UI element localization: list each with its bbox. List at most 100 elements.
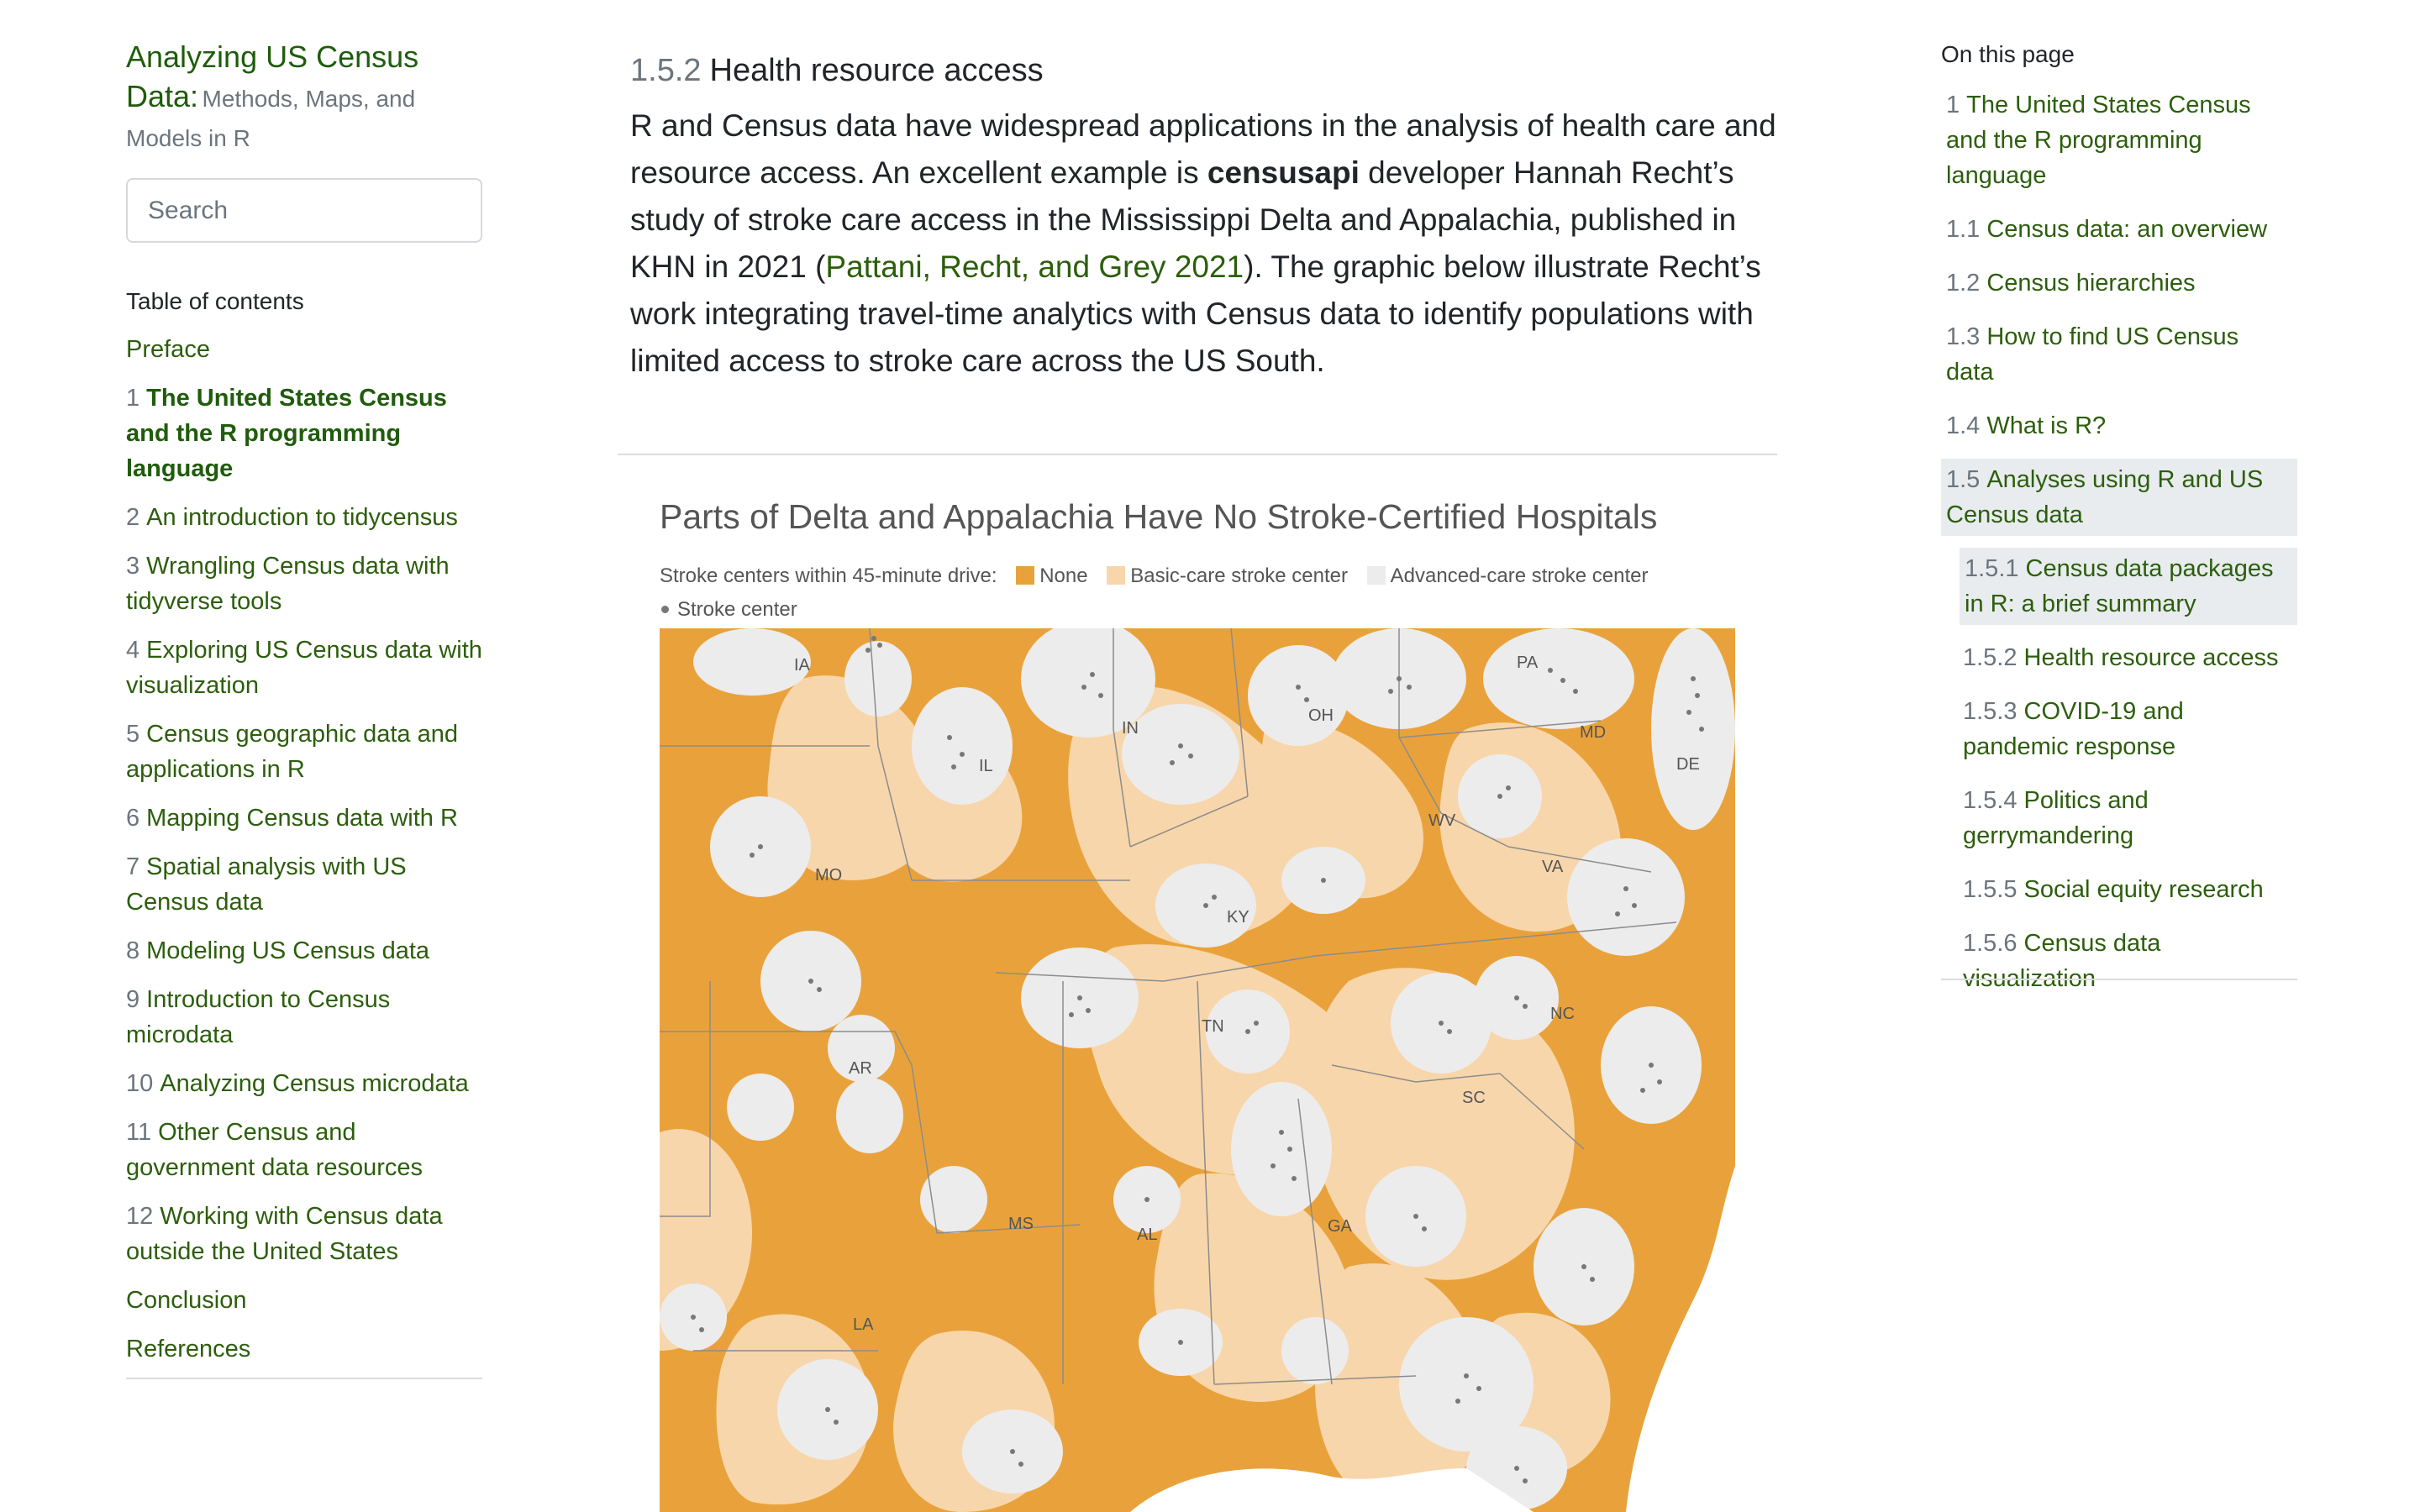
page-toc-item-1-2[interactable]: 1.2 Census hierarchies [1941, 262, 2297, 304]
toc-item-preface[interactable]: Preface [126, 332, 484, 367]
toc-number: 1 [1946, 92, 1960, 118]
state-label: MD [1580, 723, 1606, 742]
toc-number: 1.4 [1946, 412, 1981, 439]
legend-label-stroke-center: Stroke center [677, 598, 797, 621]
toc-item-chapter-12[interactable]: 12 Working with Census data outside the U… [126, 1199, 484, 1269]
toc-number: 6 [126, 805, 140, 832]
toc-label: Spatial analysis with US Census data [126, 853, 407, 916]
search-input[interactable] [126, 178, 482, 243]
main-content: 1.5.2 Health resource access R and Census… [630, 49, 1807, 385]
toc-label: Analyzing Census microdata [160, 1070, 469, 1097]
state-label: IL [979, 757, 993, 775]
toc-item-chapter-1[interactable]: 1 The United States Census and the R prog… [126, 381, 484, 486]
figure-legend: Stroke centers within 45-minute drive: N… [660, 559, 1649, 627]
state-label: VA [1542, 858, 1564, 876]
page-toc-item-1-5-2[interactable]: 1.5.2 Health resource access [1958, 637, 2297, 679]
page-toc-item-1-5[interactable]: 1.5 Analyses using R and US Census data [1941, 459, 2297, 536]
toc-label: Introduction to Census microdata [126, 986, 391, 1048]
toc-number: 1.5 [1946, 466, 1981, 493]
toc-item-chapter-8[interactable]: 8 Modeling US Census data [126, 933, 484, 969]
book-toc: Preface 1 The United States Census and th… [126, 332, 484, 1367]
legend-label-advanced: Advanced-care stroke center [1390, 564, 1649, 587]
page-toc-item-1-5-4[interactable]: 1.5.4 Politics and gerrymandering [1958, 780, 2297, 857]
stroke-access-map: IA IN OH PA MD DE IL WV MO VA KY TN NC A… [660, 628, 1735, 1512]
right-toc-divider [1941, 979, 2297, 980]
book-title-link[interactable]: Analyzing US Census Data: Methods, Maps,… [126, 37, 484, 158]
toc-number: 1 [126, 385, 140, 412]
toc-item-conclusion[interactable]: Conclusion [126, 1283, 484, 1318]
toc-label: Working with Census data outside the Uni… [126, 1203, 443, 1265]
legend-swatch-none [1016, 566, 1035, 585]
toc-item-references[interactable]: References [126, 1331, 484, 1367]
state-label: AR [849, 1059, 872, 1078]
page-toc-item-1-5-6[interactable]: 1.5.6 Census data visualization [1958, 922, 2297, 1000]
toc-label: The United States Census and the R progr… [126, 385, 447, 482]
page-toc-item-1-1[interactable]: 1.1 Census data: an overview [1941, 208, 2297, 250]
state-label: WV [1428, 811, 1456, 830]
page-toc-item-1-5-1[interactable]: 1.5.1 Census data packages in R: a brief … [1960, 548, 2297, 625]
section-paragraph: R and Census data have widespread applic… [630, 102, 1807, 385]
toc-label: Social equity research [2023, 876, 2264, 903]
toc-item-chapter-4[interactable]: 4 Exploring US Census data with visualiza… [126, 633, 484, 703]
toc-label: Census data: an overview [1986, 216, 2268, 243]
page-toc-item-1-4[interactable]: 1.4 What is R? [1941, 405, 2297, 447]
state-label: KY [1227, 908, 1249, 927]
toc-number: 8 [126, 937, 140, 964]
page-toc-item-1-3[interactable]: 1.3 How to find US Census data [1941, 316, 2297, 393]
toc-label: What is R? [1986, 412, 2107, 439]
stroke-center-dot-icon [661, 606, 669, 613]
state-label: GA [1328, 1217, 1353, 1236]
citation-link[interactable]: Pattani, Recht, and Grey 2021 [825, 249, 1244, 284]
state-label: NC [1550, 1005, 1575, 1023]
state-label: AL [1137, 1226, 1157, 1244]
toc-number: 1.3 [1946, 323, 1981, 350]
toc-number: 12 [126, 1203, 154, 1230]
state-label: LA [853, 1315, 874, 1334]
toc-item-chapter-7[interactable]: 7 Spatial analysis with US Census data [126, 849, 484, 920]
toc-label: Preface [126, 336, 210, 363]
toc-item-chapter-3[interactable]: 3 Wrangling Census data with tidyverse to… [126, 549, 484, 619]
toc-item-chapter-11[interactable]: 11 Other Census and government data resou… [126, 1115, 484, 1185]
stroke-access-figure: Parts of Delta and Appalachia Have No St… [655, 487, 1748, 1512]
state-label: SC [1462, 1089, 1486, 1107]
figure-title: Parts of Delta and Appalachia Have No St… [660, 497, 1658, 536]
sidebar-divider [126, 1378, 482, 1379]
package-name: censusapi [1207, 155, 1360, 190]
toc-number: 1.2 [1946, 270, 1981, 297]
toc-label: Other Census and government data resourc… [126, 1119, 424, 1181]
toc-item-chapter-10[interactable]: 10 Analyzing Census microdata [126, 1066, 484, 1101]
toc-heading: Table of contents [126, 288, 304, 314]
state-label: DE [1676, 755, 1700, 774]
toc-number: 1.5.1 [1965, 555, 2019, 582]
toc-number: 3 [126, 553, 140, 580]
toc-item-chapter-5[interactable]: 5 Census geographic data and applications… [126, 717, 484, 787]
state-label: TN [1202, 1017, 1224, 1036]
toc-number: 5 [126, 721, 140, 748]
legend-prefix: Stroke centers within 45-minute drive: [660, 564, 997, 587]
toc-label: Modeling US Census data [146, 937, 430, 964]
state-label: IA [794, 656, 811, 675]
toc-number: 2 [126, 504, 140, 531]
toc-item-chapter-2[interactable]: 2 An introduction to tidycensus [126, 500, 484, 535]
toc-number: 1.5.6 [1963, 930, 2018, 957]
toc-number: 7 [126, 853, 140, 880]
page-toc-item-1-5-3[interactable]: 1.5.3 COVID-19 and pandemic response [1958, 690, 2297, 768]
state-label: OH [1308, 706, 1334, 725]
toc-number: 11 [126, 1119, 152, 1146]
toc-item-chapter-6[interactable]: 6 Mapping Census data with R [126, 801, 484, 836]
section-title: Health resource access [709, 53, 1044, 88]
toc-item-chapter-9[interactable]: 9 Introduction to Census microdata [126, 982, 484, 1053]
toc-label: Conclusion [126, 1287, 247, 1314]
toc-label: Wrangling Census data with tidyverse too… [126, 553, 450, 615]
toc-label: References [126, 1336, 251, 1362]
state-label: PA [1517, 654, 1539, 672]
toc-number: 9 [126, 986, 140, 1013]
toc-number: 4 [126, 637, 140, 664]
toc-label: Exploring US Census data with visualizat… [126, 637, 482, 699]
page-toc-item-1[interactable]: 1 The United States Census and the R prog… [1941, 84, 2297, 197]
section-heading: 1.5.2 Health resource access [630, 49, 1807, 92]
toc-label: The United States Census and the R progr… [1946, 92, 2251, 189]
page-toc-item-1-5-5[interactable]: 1.5.5 Social equity research [1958, 869, 2297, 911]
toc-number: 10 [126, 1070, 154, 1097]
page-toc-list: 1 The United States Census and the R prog… [1941, 84, 2297, 1000]
